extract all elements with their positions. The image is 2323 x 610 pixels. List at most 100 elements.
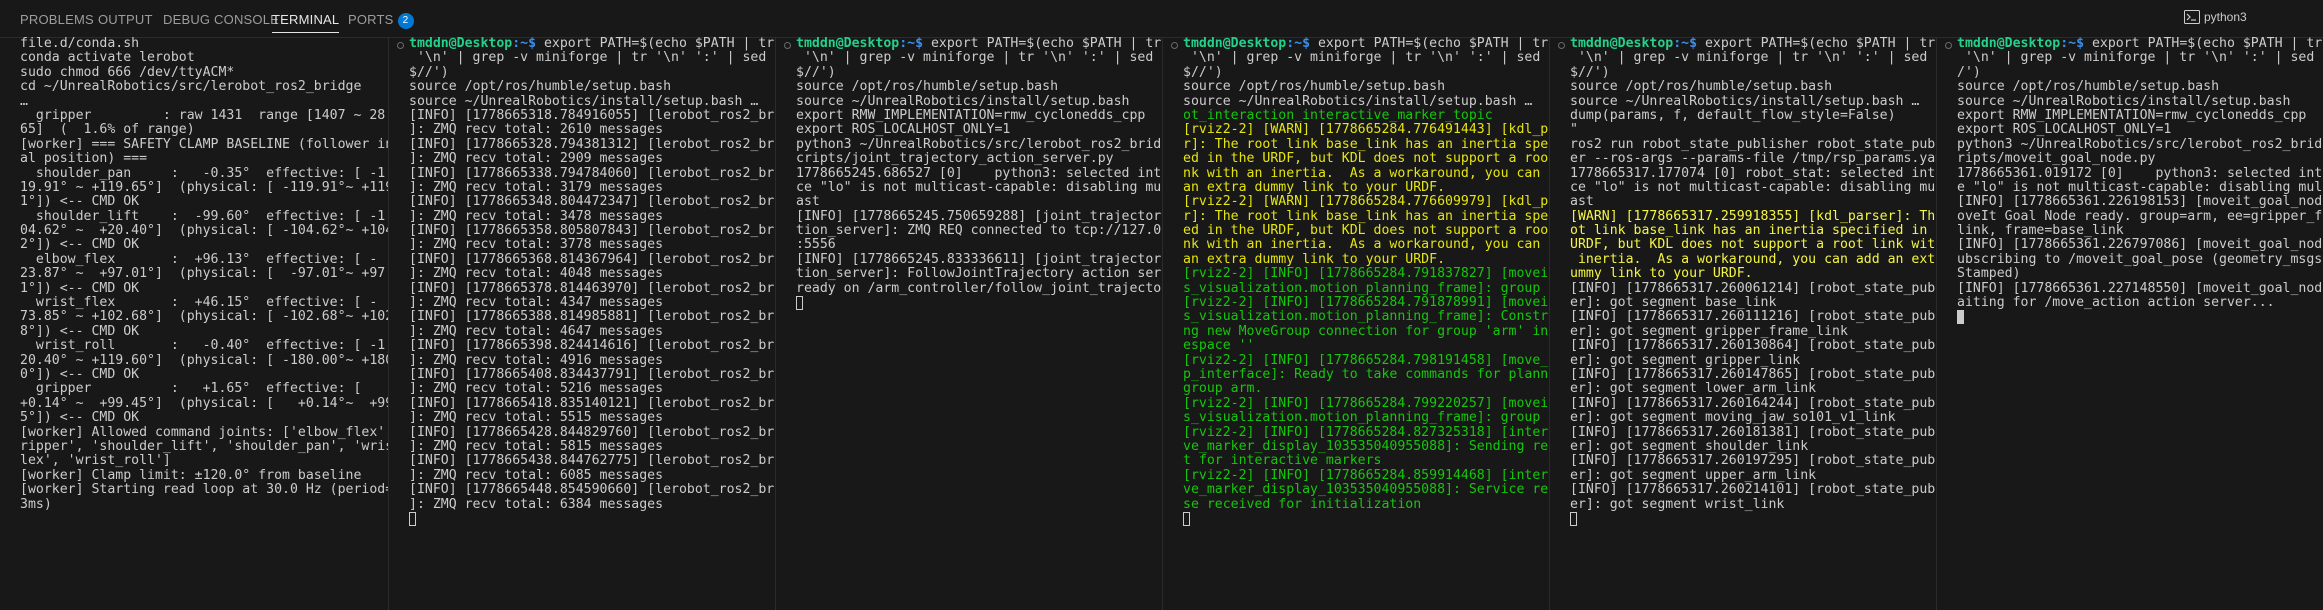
terminal-line: [worker] Clamp limit: ±120.0° from basel… bbox=[20, 467, 362, 483]
terminal-output: tmddn@Desktop:~$ export PATH=$(echo $PAT… bbox=[796, 37, 1162, 311]
terminal-line: gripper : +1.65° effective: [ bbox=[20, 381, 362, 397]
terminal-pane-2[interactable]: tmddn@Desktop:~$ export PATH=$(echo $PAT… bbox=[389, 37, 775, 610]
terminal-line: [INFO] [1778665438.844762775] [lerobot_r… bbox=[409, 453, 775, 469]
tab-output[interactable]: OUTPUT bbox=[98, 12, 153, 27]
command-decoration-icon[interactable] bbox=[1558, 42, 1565, 49]
prompt-path: :~$ bbox=[512, 37, 537, 51]
terminal-line: +0.14° ~ +99.45°] (physical: [ +0.14°~ +… bbox=[20, 395, 388, 411]
terminal-line: 65] ( 1.6% of range) bbox=[20, 122, 195, 138]
cursor-line bbox=[409, 511, 771, 526]
command-decoration-icon[interactable] bbox=[1945, 42, 1952, 49]
prompt-command: export PATH=$(echo $PATH | tr ':' bbox=[1317, 37, 1549, 51]
prompt-path: :~$ bbox=[2060, 37, 2085, 51]
terminal-line: r]: The root link base_link has an inert… bbox=[1183, 208, 1549, 224]
terminal-line: ]: ZMQ recv total: 4347 messages bbox=[409, 295, 664, 311]
terminal-line: 1°]) <-- CMD OK bbox=[20, 280, 140, 296]
terminal-line: [rviz2-2] [WARN] [1778665284.776609979] … bbox=[1183, 194, 1549, 210]
tab-ports[interactable]: PORTS 2 bbox=[348, 12, 414, 29]
terminal-pane-3[interactable]: tmddn@Desktop:~$ export PATH=$(echo $PAT… bbox=[776, 37, 1162, 610]
terminal-line: ed in the URDF, but KDL does not support… bbox=[1183, 151, 1549, 167]
terminal-line: an extra dummy link to your URDF. bbox=[1183, 251, 1446, 267]
terminal-line: e "lo" is not multicast-capable: disabli… bbox=[1957, 179, 2323, 195]
terminal-line: er]: got segment upper_arm_link bbox=[1570, 467, 1817, 483]
tab-debug-console[interactable]: DEBUG CONSOLE bbox=[163, 12, 279, 27]
terminal-line: ed in the URDF, but KDL does not support… bbox=[1183, 223, 1549, 239]
terminal-line: [INFO] [1778665368.814367964] [lerobot_r… bbox=[409, 251, 775, 267]
terminal-line: er]: got segment shoulder_link bbox=[1570, 438, 1809, 454]
command-decoration-icon[interactable] bbox=[1171, 42, 1178, 49]
terminal-line: [INFO] [1778665317.260147865] [robot_sta… bbox=[1570, 366, 1936, 382]
terminal-cursor bbox=[1570, 511, 1577, 526]
terminal-line: python3 ~/UnrealRobotics/src/lerobot_ros… bbox=[1957, 136, 2323, 152]
terminal-line: [INFO] [1778665361.227148550] [moveit_go… bbox=[1957, 280, 2323, 296]
terminal-line: [INFO] [1778665317.260061214] [robot_sta… bbox=[1570, 280, 1936, 296]
terminal-line: ripts/moveit_goal_node.py bbox=[1957, 151, 2156, 167]
terminal-pane-5[interactable]: tmddn@Desktop:~$ export PATH=$(echo $PAT… bbox=[1550, 37, 1936, 610]
terminal-line: 23.87° ~ +97.01°] (physical: [ -97.01°~ … bbox=[20, 266, 388, 282]
terminal-line: aiting for /move_action action server... bbox=[1957, 295, 2275, 311]
terminal-line: s_visualization.motion_planning_frame]: … bbox=[1183, 280, 1549, 296]
prompt-path: :~$ bbox=[1286, 37, 1311, 51]
terminal-line: elbow_flex : +96.13° effective: [ - bbox=[20, 251, 378, 267]
prompt-line: tmddn@Desktop:~$ export PATH=$(echo $PAT… bbox=[409, 37, 774, 51]
terminal-line: [WARN] [1778665317.259918355] [kdl_parse… bbox=[1570, 208, 1936, 224]
prompt-path: :~$ bbox=[1673, 37, 1698, 51]
terminal-line: source /opt/ros/humble/setup.bash bbox=[1183, 79, 1446, 95]
terminal-line: source /opt/ros/humble/setup.bash bbox=[796, 79, 1059, 95]
terminal-line: ]: ZMQ recv total: 4048 messages bbox=[409, 266, 664, 282]
terminal-line: $//') bbox=[409, 64, 449, 80]
terminal-line: [rviz2-2] [INFO] [1778665284.799220257] … bbox=[1183, 395, 1549, 411]
terminal-profile-name: python3 bbox=[2204, 10, 2247, 24]
terminal-line: [INFO] [1778665361.226797086] [moveit_go… bbox=[1957, 237, 2323, 253]
terminal-line: [rviz2-2] [INFO] [1778665284.791878991] … bbox=[1183, 295, 1549, 311]
ports-count-badge: 2 bbox=[397, 13, 414, 29]
terminal-line: 8°]) <-- CMD OK bbox=[20, 323, 140, 339]
terminal-line: export RMW_IMPLEMENTATION=rmw_cyclonedds… bbox=[1957, 107, 2307, 123]
terminal-line: 19.91° ~ +119.65°] (physical: [ -119.91°… bbox=[20, 179, 388, 195]
terminal-line: ]: ZMQ recv total: 4916 messages bbox=[409, 352, 664, 368]
terminal-line: lex', 'wrist_roll'] bbox=[20, 453, 171, 469]
terminal-output: tmddn@Desktop:~$ export PATH=$(echo $PAT… bbox=[409, 37, 775, 526]
terminal-line: wrist_roll : -0.40° effective: [ -1 bbox=[20, 338, 386, 354]
terminal-line: ast bbox=[1570, 194, 1594, 210]
terminal-line: [worker] Starting read loop at 30.0 Hz (… bbox=[20, 482, 388, 498]
terminal-pane-1[interactable]: file.d/conda.sh conda activate lerobot sud… bbox=[0, 37, 388, 610]
terminal-line: ]: ZMQ recv total: 3478 messages bbox=[409, 208, 664, 224]
terminal-line: ]: ZMQ recv total: 2909 messages bbox=[409, 151, 664, 167]
terminal-line: [INFO] [1778665418.835140121] [lerobot_r… bbox=[409, 395, 775, 411]
terminal-line: ubscribing to /moveit_goal_pose (geometr… bbox=[1957, 251, 2323, 267]
prompt-line: tmddn@Desktop:~$ export PATH=$(echo $PAT… bbox=[1570, 37, 1935, 51]
terminal-line: 5°]) <-- CMD OK bbox=[20, 410, 140, 426]
terminal-line: ce "lo" is not multicast-capable: disabl… bbox=[1570, 179, 1936, 195]
terminal-line: export ROS_LOCALHOST_ONLY=1 bbox=[796, 122, 1011, 138]
terminal-pane-6[interactable]: tmddn@Desktop:~$ export PATH=$(echo $PAT… bbox=[1937, 37, 2323, 610]
prompt-command: export PATH=$(echo $PATH | tr ':' bbox=[930, 37, 1162, 51]
terminal-line: ]: ZMQ recv total: 6384 messages bbox=[409, 496, 664, 512]
terminal-line: :5556 bbox=[796, 237, 836, 253]
prompt-user: tmddn@Desktop bbox=[1570, 37, 1674, 51]
prompt-line: tmddn@Desktop:~$ export PATH=$(echo $PAT… bbox=[796, 37, 1161, 51]
tab-terminal[interactable]: TERMINAL bbox=[272, 12, 340, 33]
terminal-pane-4[interactable]: tmddn@Desktop:~$ export PATH=$(echo $PAT… bbox=[1163, 37, 1549, 610]
terminal-profile-selector[interactable]: python3 bbox=[2184, 10, 2247, 24]
terminal-line: [INFO] [1778665361.226198153] [moveit_go… bbox=[1957, 194, 2323, 210]
terminal-panel: PROBLEMS OUTPUT DEBUG CONSOLE TERMINAL P… bbox=[0, 0, 2323, 610]
terminal-line: 04.62° ~ +20.40°] (physical: [ -104.62°~… bbox=[20, 223, 388, 239]
terminal-cursor bbox=[1183, 511, 1190, 526]
terminal-line: '\n' | grep -v miniforge | tr '\n' ':' |… bbox=[1570, 50, 1936, 66]
command-decoration-icon[interactable] bbox=[397, 42, 404, 49]
terminal-line: source ~/UnrealRobotics/install/setup.ba… bbox=[1183, 93, 1533, 109]
terminal-line: cd ~/UnrealRobotics/src/lerobot_ros2_bri… bbox=[20, 79, 362, 95]
tab-problems[interactable]: PROBLEMS bbox=[20, 12, 94, 27]
terminal-line: er]: got segment wrist_link bbox=[1570, 496, 1785, 512]
terminal-line: inertia. As a workaround, you can add an… bbox=[1570, 251, 1936, 267]
command-decoration-icon[interactable] bbox=[784, 42, 791, 49]
terminal-line: ]: ZMQ recv total: 3179 messages bbox=[409, 179, 664, 195]
terminal-line: [rviz2-2] [INFO] [1778665284.859914468] … bbox=[1183, 467, 1549, 483]
terminal-line: t for interactive markers bbox=[1183, 453, 1382, 469]
prompt-line: tmddn@Desktop:~$ export PATH=$(echo $PAT… bbox=[1183, 37, 1548, 51]
terminal-line: [INFO] [1778665448.854590660] [lerobot_r… bbox=[409, 482, 775, 498]
terminal-line: shoulder_pan : -0.35° effective: [ -1 bbox=[20, 165, 386, 181]
terminal-line: 1778665245.686527 [0] python3: selected … bbox=[796, 165, 1162, 181]
panel-tab-bar: PROBLEMS OUTPUT DEBUG CONSOLE TERMINAL P… bbox=[0, 0, 2323, 38]
